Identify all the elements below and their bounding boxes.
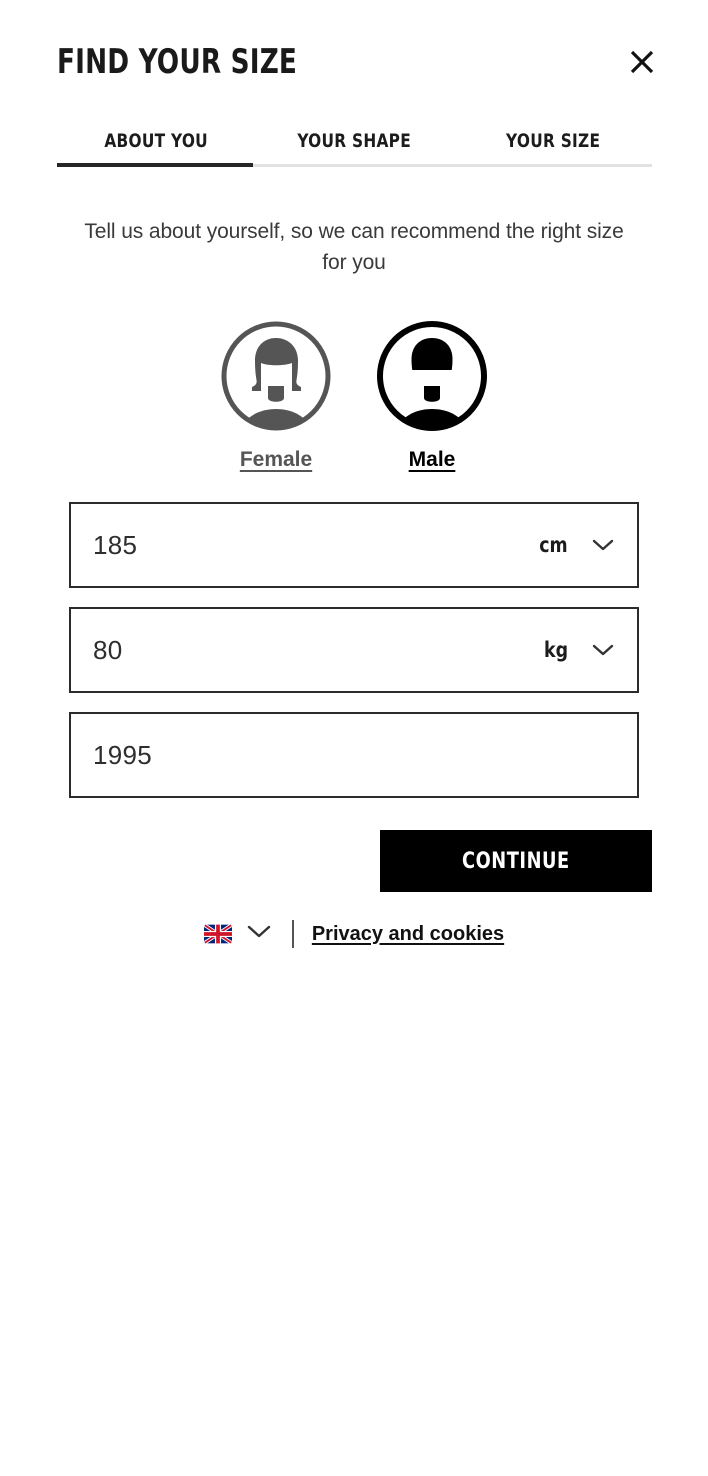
- weight-value: 80: [93, 634, 123, 665]
- language-selector[interactable]: [203, 923, 272, 945]
- tab-active-indicator: [57, 163, 253, 167]
- female-avatar-icon: [216, 316, 336, 441]
- tab-your-size[interactable]: YOUR SIZE: [464, 118, 642, 152]
- gender-selector: Female Male: [0, 316, 708, 472]
- gender-option-female[interactable]: Female: [212, 316, 340, 472]
- modal-footer: Privacy and cookies: [0, 920, 708, 948]
- cta-row: CONTINUE: [0, 830, 708, 892]
- intro-text: Tell us about yourself, so we can recomm…: [84, 220, 624, 274]
- weight-field[interactable]: 80 kg: [69, 607, 639, 693]
- tab-about-you[interactable]: ABOUT YOU: [67, 118, 245, 152]
- weight-unit-label: kg: [543, 638, 568, 662]
- measurement-fields: 185 cm 80 kg 1995: [0, 502, 708, 798]
- find-your-size-modal: FIND YOUR SIZE ABOUT YOU YOUR SHAPE YOUR…: [0, 0, 708, 948]
- tab-your-shape[interactable]: YOUR SHAPE: [265, 118, 443, 152]
- footer-divider: [291, 920, 294, 948]
- uk-flag-icon: [203, 923, 232, 945]
- close-button[interactable]: [621, 41, 663, 83]
- continue-button-label: CONTINUE: [462, 848, 570, 874]
- privacy-and-cookies-link[interactable]: Privacy and cookies: [312, 923, 504, 946]
- page-title: FIND YOUR SIZE: [57, 42, 298, 82]
- year-of-birth-field[interactable]: 1995: [69, 712, 639, 798]
- height-value: 185: [93, 529, 138, 560]
- height-field[interactable]: 185 cm: [69, 502, 639, 588]
- male-avatar-icon: [372, 316, 492, 441]
- weight-unit-chevron-down-icon[interactable]: [591, 642, 615, 658]
- gender-label-female: Female: [239, 448, 313, 471]
- gender-label-male: Male: [408, 448, 456, 471]
- height-unit-label: cm: [539, 533, 568, 557]
- gender-option-male[interactable]: Male: [368, 316, 496, 472]
- continue-button[interactable]: CONTINUE: [380, 830, 652, 892]
- close-icon: [627, 47, 657, 77]
- modal-header: FIND YOUR SIZE: [0, 0, 708, 118]
- height-unit-chevron-down-icon[interactable]: [591, 537, 615, 553]
- language-chevron-down-icon: [246, 923, 272, 945]
- year-of-birth-value: 1995: [93, 739, 153, 770]
- tab-bar: ABOUT YOU YOUR SHAPE YOUR SIZE: [57, 118, 652, 170]
